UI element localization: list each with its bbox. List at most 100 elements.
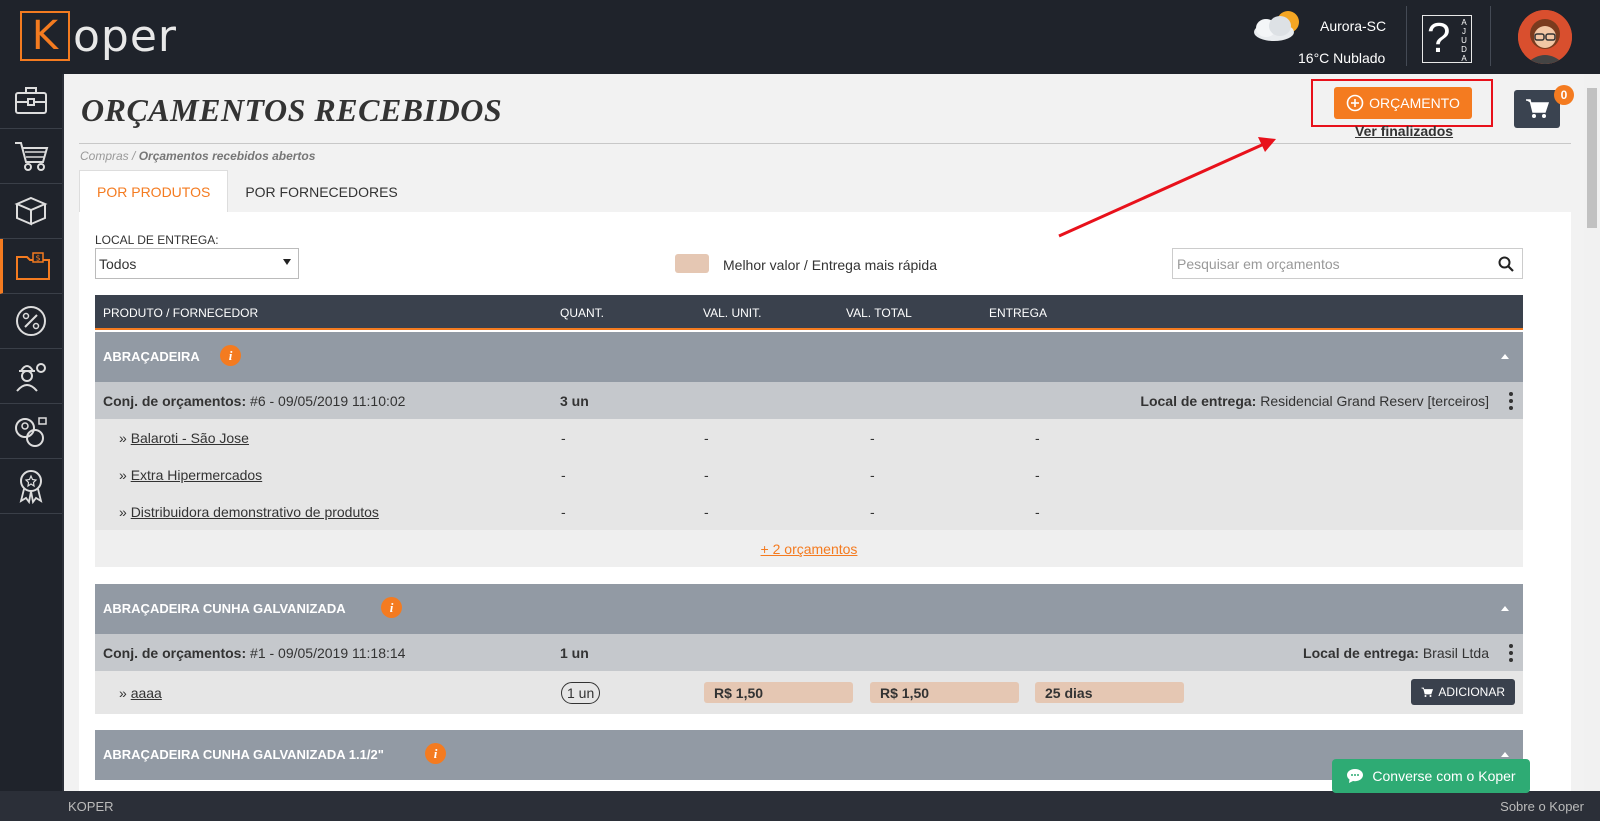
add-to-cart-button[interactable]: ADICIONAR: [1411, 679, 1515, 705]
weather-condition: 16°C Nublado: [1298, 50, 1386, 66]
supplier: » aaaa: [119, 685, 162, 701]
cell-unit: -: [704, 467, 709, 483]
col-quant: QUANT.: [560, 306, 605, 320]
sidebar-item-discounts[interactable]: [0, 294, 62, 349]
group-name: ABRAÇADEIRA CUNHA GALVANIZADA 1.1/2": [103, 747, 384, 762]
cell-delivery: -: [1035, 504, 1040, 520]
tab-por-produtos[interactable]: POR PRODUTOS: [79, 170, 229, 213]
cell-total: -: [870, 467, 875, 483]
breadcrumb: Compras / Orçamentos recebidos abertos: [80, 149, 315, 163]
scrollbar[interactable]: [1584, 74, 1600, 791]
info-icon[interactable]: i: [381, 597, 402, 618]
delivery-location-select[interactable]: Todos: [95, 248, 299, 279]
quote-set-qty: 3 un: [560, 393, 589, 409]
search-icon[interactable]: [1498, 256, 1514, 272]
cell-qty: -: [561, 467, 566, 483]
question-icon: ?: [1427, 14, 1451, 61]
tab-por-fornecedores[interactable]: POR FORNECEDORES: [228, 170, 414, 213]
more-quotes-link[interactable]: + 2 orçamentos: [761, 541, 858, 557]
legend-text: Melhor valor / Entrega mais rápida: [723, 257, 937, 273]
cell-total: -: [870, 430, 875, 446]
info-icon[interactable]: i: [425, 743, 446, 764]
chevron-down-icon: [283, 259, 291, 265]
sidebar-item-briefcase[interactable]: [0, 74, 62, 129]
footer: KOPER Sobre o Koper: [0, 791, 1600, 821]
percent-icon: [16, 306, 46, 336]
search-box: [1172, 248, 1523, 279]
breadcrumb-current: Orçamentos recebidos abertos: [138, 149, 316, 163]
more-options-icon[interactable]: [1509, 392, 1513, 410]
svg-text:$: $: [35, 254, 40, 263]
supplier-link[interactable]: Distribuidora demonstrativo de produtos: [131, 504, 379, 520]
briefcase-icon: [15, 87, 47, 114]
ver-finalizados-link[interactable]: Ver finalizados: [1355, 123, 1453, 139]
new-budget-label: ORÇAMENTO: [1369, 95, 1460, 111]
chat-bubble-icon: [1347, 769, 1364, 783]
col-produto: PRODUTO / FORNECEDOR: [103, 306, 259, 320]
logo-letter: K: [20, 11, 70, 61]
group-header[interactable]: ABRAÇADEIRA CUNHA GALVANIZADA 1.1/2" i: [95, 730, 1523, 780]
table-row: » Extra Hipermercados - - - -: [95, 456, 1523, 493]
table-row: » Balaroti - São Jose - - - -: [95, 419, 1523, 456]
cart-icon: [1526, 99, 1549, 118]
delivery-location: Local de entrega: Brasil Ltda: [1303, 645, 1489, 661]
group-header[interactable]: ABRAÇADEIRA CUNHA GALVANIZADA i: [95, 584, 1523, 634]
weather-city: Aurora-SC: [1320, 18, 1387, 34]
plus-circle-icon: [1346, 94, 1364, 112]
quote-set-value: #1 - 09/05/2019 11:18:14: [250, 645, 406, 661]
quote-set-label: Conj. de orçamentos:: [103, 645, 247, 661]
group-header[interactable]: ABRAÇADEIRA i: [95, 332, 1523, 382]
cloud-sun-icon: [1254, 11, 1299, 41]
table-row: » aaaa 1 un R$ 1,50 R$ 1,50 25 dias ADIC…: [95, 671, 1523, 714]
cell-total-best: R$ 1,50: [870, 682, 1019, 703]
cart-count-badge: 0: [1554, 85, 1574, 105]
sidebar-item-box[interactable]: [0, 184, 62, 239]
chat-button[interactable]: Converse com o Koper: [1332, 759, 1530, 793]
table-header: PRODUTO / FORNECEDOR QUANT. VAL. UNIT. V…: [95, 295, 1523, 330]
collapse-icon[interactable]: [1501, 606, 1509, 611]
delivery-value: Residencial Grand Reserv [terceiros]: [1260, 393, 1489, 409]
sidebar-item-rewards[interactable]: [0, 459, 62, 514]
sidebar-item-cart[interactable]: [0, 129, 62, 184]
worker-gear-icon: [16, 363, 46, 392]
breadcrumb-root[interactable]: Compras /: [80, 149, 135, 163]
quantity-badge: 1 un: [561, 682, 601, 704]
more-options-icon[interactable]: [1509, 644, 1513, 662]
col-val-total: VAL. TOTAL: [846, 306, 912, 320]
supplier-link[interactable]: Balaroti - São Jose: [131, 430, 249, 446]
help-button[interactable]: ? AJUDA: [1422, 14, 1472, 63]
select-value: Todos: [99, 256, 137, 272]
info-icon[interactable]: i: [220, 345, 241, 366]
scrollbar-thumb[interactable]: [1587, 88, 1597, 228]
supplier: » Distribuidora demonstrativo de produto…: [119, 504, 379, 520]
group-name: ABRAÇADEIRA CUNHA GALVANIZADA: [103, 601, 346, 616]
sidebar-item-permissions[interactable]: [0, 404, 62, 459]
divider: [1406, 6, 1407, 66]
new-budget-button[interactable]: ORÇAMENTO: [1334, 87, 1472, 119]
col-entrega: ENTREGA: [989, 306, 1048, 320]
supplier-link[interactable]: Extra Hipermercados: [131, 467, 263, 483]
search-input[interactable]: [1173, 249, 1473, 278]
sidebar-item-workers[interactable]: [0, 349, 62, 404]
collapse-icon[interactable]: [1501, 354, 1509, 359]
delivery-location-label: LOCAL DE ENTREGA:: [95, 233, 219, 247]
koper-logo[interactable]: K oper: [20, 11, 177, 62]
cell-unit: -: [704, 504, 709, 520]
shopping-cart-icon: [15, 142, 49, 171]
quote-set-row: Conj. de orçamentos: #6 - 09/05/2019 11:…: [95, 382, 1523, 419]
main-content: ORÇAMENTOS RECEBIDOS ORÇAMENTO Ver final…: [64, 74, 1584, 791]
group-name: ABRAÇADEIRA: [103, 349, 200, 364]
supplier-link[interactable]: aaaa: [131, 685, 162, 701]
supplier: » Extra Hipermercados: [119, 467, 263, 483]
quote-set: Conj. de orçamentos: #1 - 09/05/2019 11:…: [103, 645, 405, 661]
folder-money-icon: $: [15, 252, 50, 280]
award-icon: [19, 470, 43, 504]
cell-delivery: -: [1035, 430, 1040, 446]
cell-delivery: -: [1035, 467, 1040, 483]
supplier: » Balaroti - São Jose: [119, 430, 249, 446]
avatar[interactable]: [1518, 10, 1572, 64]
sidebar-item-budgets[interactable]: $: [0, 239, 62, 294]
footer-about-link[interactable]: Sobre o Koper: [1500, 799, 1584, 814]
collapse-icon[interactable]: [1501, 752, 1509, 757]
user-avatar-icon: [1518, 10, 1572, 64]
